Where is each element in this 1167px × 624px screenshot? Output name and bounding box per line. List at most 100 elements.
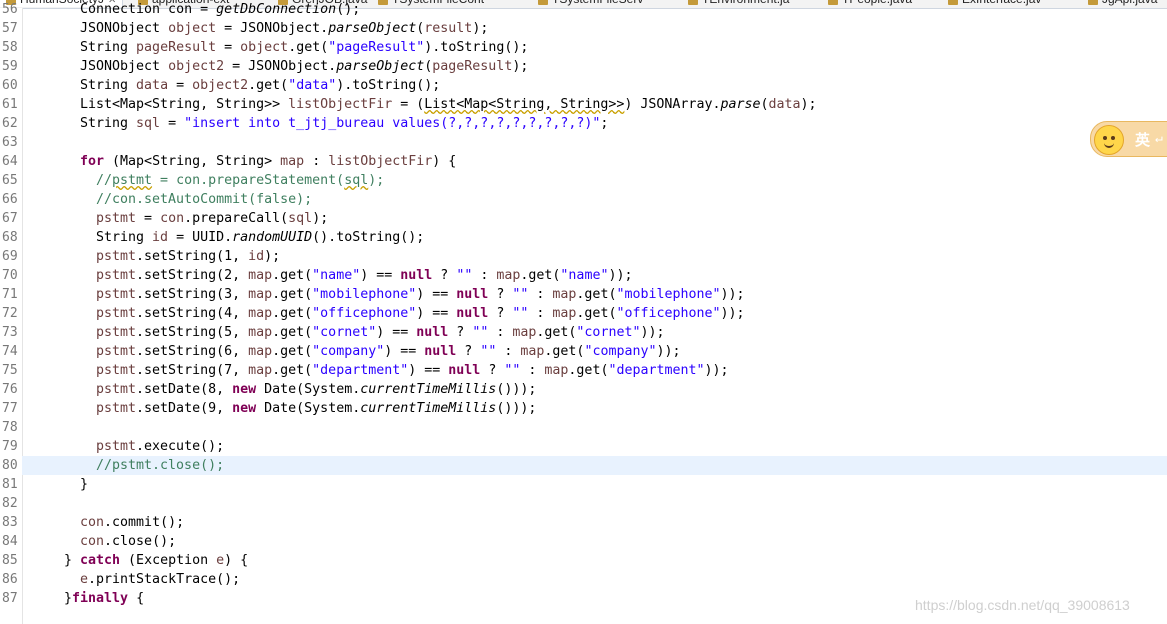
code-line[interactable]: 75 pstmt.setString(7, map.get("department… [0,361,1167,380]
code-line[interactable]: 79 pstmt.execute(); [0,437,1167,456]
code-token: data [136,78,169,93]
code-token: .get( [288,40,329,55]
ime-arrow-icon: ↵ [1155,131,1163,146]
code-line[interactable]: 86 e.printStackTrace(); [0,570,1167,589]
code-token: = [216,40,241,55]
code-line[interactable]: 62 String sql = "insert into t_jtj_bureau… [0,114,1167,133]
code-token: List<Map<String, String>> [424,97,625,112]
code-line[interactable]: 85} catch (Exception e) { [0,551,1167,570]
code-line[interactable]: 69 pstmt.setString(1, id); [0,247,1167,266]
code-line[interactable]: 80 //pstmt.close(); [0,456,1167,475]
code-line[interactable]: 84 con.close(); [0,532,1167,551]
code-line[interactable]: 57 JSONObject object = JSONObject.parseOb… [0,19,1167,38]
code-line[interactable]: 78 [0,418,1167,437]
code-token: : [496,344,521,359]
code-token: ).toString(); [424,40,529,55]
code-token: ? [432,268,457,283]
code-token: : [528,287,553,302]
code-line[interactable]: 65 //pstmt = con.prepareStatement(sql); [0,171,1167,190]
code-token: = [160,116,185,131]
code-token: "company" [584,344,657,359]
code-token: map [544,363,569,378]
code-line[interactable]: 70 pstmt.setString(2, map.get("name") == … [0,266,1167,285]
code-line[interactable]: 81} [0,475,1167,494]
code-token: pstmt [96,363,137,378]
code-token: ( [760,97,769,112]
line-number: 59 [2,59,18,74]
code-line[interactable]: 64 for (Map<String, String> map : listObj… [0,152,1167,171]
code-token: .setString(5, [136,325,249,340]
code-token: "insert into t_jtj_bureau values(?,?,?,?… [184,116,601,131]
code-line[interactable]: 73 pstmt.setString(5, map.get("cornet") =… [0,323,1167,342]
code-line[interactable]: 60 String data = object2.get("data").toSt… [0,76,1167,95]
code-token: .get( [272,306,313,321]
code-token: pstmt [96,306,137,321]
code-token: .execute(); [136,439,225,454]
code-editor[interactable]: 56 Connection con = getDbConnection(); 57 J… [0,2,1167,624]
code-token: .get( [520,268,561,283]
code-token: map [512,325,537,340]
code-token: .get( [248,78,289,93]
code-token: "department" [312,363,409,378]
code-token: ) { [224,553,249,568]
code-line[interactable]: 71 pstmt.setString(3, map.get("mobilephon… [0,285,1167,304]
code-token: String [80,116,137,131]
code-token: .get( [576,287,617,302]
code-token: .setString(2, [136,268,249,283]
code-token: object2 [168,59,225,74]
ime-status-widget[interactable]: 英 ↵ [1090,121,1167,157]
code-token: .get( [272,363,313,378]
code-line[interactable]: 66 //con.setAutoCommit(false); [0,190,1167,209]
code-line[interactable]: 72 pstmt.setString(4, map.get("officephon… [0,304,1167,323]
code-token: .setString(7, [136,363,249,378]
ime-mascot-icon [1094,125,1124,155]
code-line[interactable]: 68 String id = UUID.randomUUID().toString… [0,228,1167,247]
code-token: new [232,382,257,397]
line-number: 86 [2,572,18,587]
code-token: pstmt [96,249,137,264]
code-token: JSONObject [80,21,169,36]
code-line[interactable]: 56 Connection con = getDbConnection(); [0,0,1167,19]
code-token: ) == [416,287,457,302]
code-token: ) == [384,344,425,359]
code-token: } [80,477,89,492]
code-token: parseObject [336,59,425,74]
code-token: .setString(1, [136,249,249,264]
code-token: ; [600,116,609,131]
code-line[interactable]: 59 JSONObject object2 = JSONObject.parseO… [0,57,1167,76]
code-token: e [216,553,225,568]
code-line[interactable]: 58 String pageResult = object.get("pageRe… [0,38,1167,57]
code-token: )); [720,287,745,302]
code-token: new [232,401,257,416]
code-token: String [80,78,137,93]
code-line[interactable]: 83 con.commit(); [0,513,1167,532]
code-line[interactable]: 74 pstmt.setString(6, map.get("company") … [0,342,1167,361]
code-line[interactable]: 61 List<Map<String, String>> listObjectFi… [0,95,1167,114]
line-number: 68 [2,230,18,245]
code-token: )); [608,268,633,283]
code-token: map [248,287,273,302]
line-number: 79 [2,439,18,454]
code-token: con [160,211,185,226]
code-line[interactable]: 67 pstmt = con.prepareCall(sql); [0,209,1167,228]
code-token: .get( [576,306,617,321]
code-line[interactable]: 63 [0,133,1167,152]
code-token: pstmt [96,268,137,283]
code-token: map [248,268,273,283]
code-token: List<Map<String, String>> [80,97,289,112]
code-token: randomUUID [232,230,313,245]
code-token: = JSONObject. [224,59,337,74]
code-token: Connection con = [80,2,217,17]
code-line[interactable]: 82 [0,494,1167,513]
code-line[interactable]: 77 pstmt.setDate(9, new Date(System.curre… [0,399,1167,418]
code-token: ).toString(); [336,78,441,93]
code-token: ())); [496,382,537,397]
line-number: 74 [2,344,18,359]
code-token: : [488,325,513,340]
code-token: ); [264,249,281,264]
code-line[interactable]: 76 pstmt.setDate(8, new Date(System.curre… [0,380,1167,399]
code-token: .get( [272,325,313,340]
code-token: ? [488,306,513,321]
code-token: "mobilephone" [312,287,417,302]
code-token: result [424,21,473,36]
